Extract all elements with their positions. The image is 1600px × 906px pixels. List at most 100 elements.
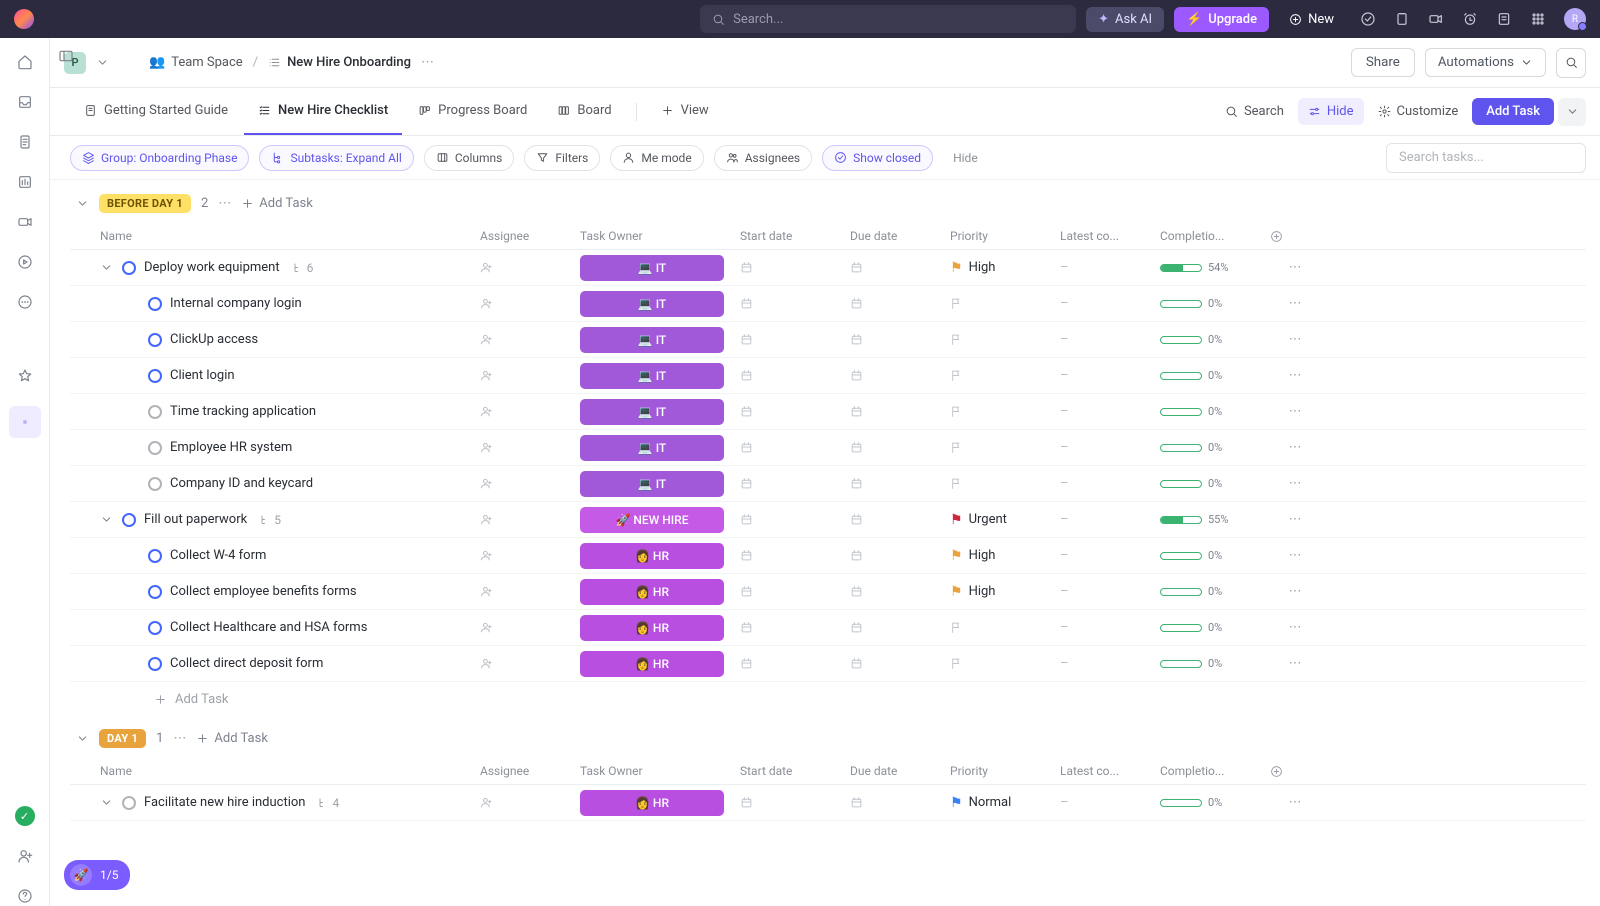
priority-cell[interactable] [950, 657, 1060, 670]
row-menu-button[interactable]: ⋯ [1270, 795, 1320, 810]
completion-cell[interactable]: 0% [1160, 477, 1270, 490]
sidebar-toggle-icon[interactable] [58, 48, 74, 64]
latest-comment-cell[interactable]: – [1060, 404, 1160, 419]
column-header[interactable]: Completio... [1160, 764, 1270, 778]
user-avatar[interactable]: R [1564, 8, 1586, 30]
automations-button[interactable]: Automations [1425, 48, 1546, 77]
task-row[interactable]: Deploy work equipment 6 💻 IT ⚑High – 54%… [70, 250, 1586, 286]
due-date-cell[interactable] [850, 513, 950, 526]
start-date-cell[interactable] [740, 549, 850, 562]
completion-cell[interactable]: 0% [1160, 297, 1270, 310]
priority-cell[interactable] [950, 405, 1060, 418]
task-row[interactable]: Time tracking application 💻 IT – 0% ⋯ [70, 394, 1586, 430]
task-row[interactable]: Employee HR system 💻 IT – 0% ⋯ [70, 430, 1586, 466]
assignees-chip[interactable]: Assignees [714, 145, 812, 171]
customize-button[interactable]: Customize [1368, 98, 1469, 125]
latest-comment-cell[interactable]: – [1060, 332, 1160, 347]
task-owner-pill[interactable]: 👩 HR [580, 615, 724, 641]
completion-cell[interactable]: 0% [1160, 621, 1270, 634]
group-badge[interactable]: BEFORE DAY 1 [99, 194, 191, 213]
more-icon[interactable] [15, 292, 35, 312]
priority-cell[interactable] [950, 441, 1060, 454]
task-owner-pill[interactable]: 👩 HR [580, 651, 724, 677]
due-date-cell[interactable] [850, 621, 950, 634]
assignee-add[interactable] [480, 657, 580, 670]
status-icon[interactable] [148, 621, 162, 635]
video-icon[interactable] [1428, 11, 1444, 27]
latest-comment-cell[interactable]: – [1060, 584, 1160, 599]
due-date-cell[interactable] [850, 657, 950, 670]
priority-cell[interactable]: ⚑Normal [950, 795, 1060, 811]
subtask-count[interactable]: 6 [292, 261, 314, 275]
hide-filters-link[interactable]: Hide [953, 151, 978, 165]
due-date-cell[interactable] [850, 477, 950, 490]
add-task-row[interactable]: Add Task [70, 682, 1586, 717]
alarm-icon[interactable] [1462, 11, 1478, 27]
priority-cell[interactable] [950, 621, 1060, 634]
column-header[interactable]: Start date [740, 229, 850, 243]
add-task-menu-button[interactable] [1558, 98, 1586, 126]
task-row[interactable]: Client login 💻 IT – 0% ⋯ [70, 358, 1586, 394]
column-header[interactable]: Task Owner [580, 229, 740, 243]
start-date-cell[interactable] [740, 297, 850, 310]
group-collapse-toggle[interactable] [76, 732, 89, 745]
add-task-primary-button[interactable]: Add Task [1472, 98, 1554, 125]
favorites-icon[interactable] [15, 366, 35, 386]
docs-icon[interactable] [15, 132, 35, 152]
tab-board[interactable]: Board [543, 88, 625, 135]
task-owner-pill[interactable]: 🚀 NEW HIRE [580, 507, 724, 533]
start-date-cell[interactable] [740, 657, 850, 670]
group-badge[interactable]: DAY 1 [99, 729, 146, 748]
home-icon[interactable] [15, 52, 35, 72]
latest-comment-cell[interactable]: – [1060, 368, 1160, 383]
latest-comment-cell[interactable]: – [1060, 795, 1160, 810]
start-date-cell[interactable] [740, 621, 850, 634]
subtasks-chip[interactable]: Subtasks: Expand All [259, 145, 413, 171]
assignee-add[interactable] [480, 333, 580, 346]
start-date-cell[interactable] [740, 333, 850, 346]
status-indicator[interactable]: ✓ [15, 806, 35, 826]
column-header[interactable]: Priority [950, 764, 1060, 778]
completion-cell[interactable]: 0% [1160, 549, 1270, 562]
completion-cell[interactable]: 55% [1160, 513, 1270, 526]
task-row[interactable]: Internal company login 💻 IT – 0% ⋯ [70, 286, 1586, 322]
latest-comment-cell[interactable]: – [1060, 476, 1160, 491]
column-header[interactable]: Completio... [1160, 229, 1270, 243]
latest-comment-cell[interactable]: – [1060, 620, 1160, 635]
expand-toggle[interactable] [100, 513, 114, 526]
columns-chip[interactable]: Columns [424, 145, 515, 171]
assignee-add[interactable] [480, 441, 580, 454]
priority-cell[interactable] [950, 297, 1060, 310]
due-date-cell[interactable] [850, 585, 950, 598]
onboarding-bubble[interactable]: 🚀 1/5 [64, 860, 130, 890]
start-date-cell[interactable] [740, 513, 850, 526]
completion-cell[interactable]: 0% [1160, 585, 1270, 598]
latest-comment-cell[interactable]: – [1060, 656, 1160, 671]
task-row[interactable]: Collect employee benefits forms 👩 HR ⚑Hi… [70, 574, 1586, 610]
group-collapse-toggle[interactable] [76, 197, 89, 210]
share-button[interactable]: Share [1351, 48, 1415, 77]
group-chip[interactable]: Group: Onboarding Phase [70, 145, 249, 171]
column-header[interactable]: Priority [950, 229, 1060, 243]
status-icon[interactable] [122, 513, 136, 527]
assignee-add[interactable] [480, 621, 580, 634]
start-date-cell[interactable] [740, 441, 850, 454]
due-date-cell[interactable] [850, 441, 950, 454]
task-row[interactable]: Collect direct deposit form 👩 HR – 0% ⋯ [70, 646, 1586, 682]
priority-cell[interactable]: ⚑High [950, 584, 1060, 600]
assignee-add[interactable] [480, 477, 580, 490]
latest-comment-cell[interactable]: – [1060, 548, 1160, 563]
task-owner-pill[interactable]: 💻 IT [580, 435, 724, 461]
upgrade-button[interactable]: ⚡ Upgrade [1174, 7, 1269, 32]
inbox-icon[interactable] [15, 92, 35, 112]
new-button[interactable]: New [1279, 7, 1344, 32]
task-owner-pill[interactable]: 👩 HR [580, 543, 724, 569]
latest-comment-cell[interactable]: – [1060, 440, 1160, 455]
group-add-task[interactable]: Add Task [241, 196, 313, 211]
completion-cell[interactable]: 0% [1160, 369, 1270, 382]
assignee-add[interactable] [480, 549, 580, 562]
add-column-button[interactable] [1270, 230, 1320, 243]
me-mode-chip[interactable]: Me mode [610, 145, 703, 171]
page-search-button[interactable] [1556, 48, 1586, 78]
status-icon[interactable] [148, 333, 162, 347]
